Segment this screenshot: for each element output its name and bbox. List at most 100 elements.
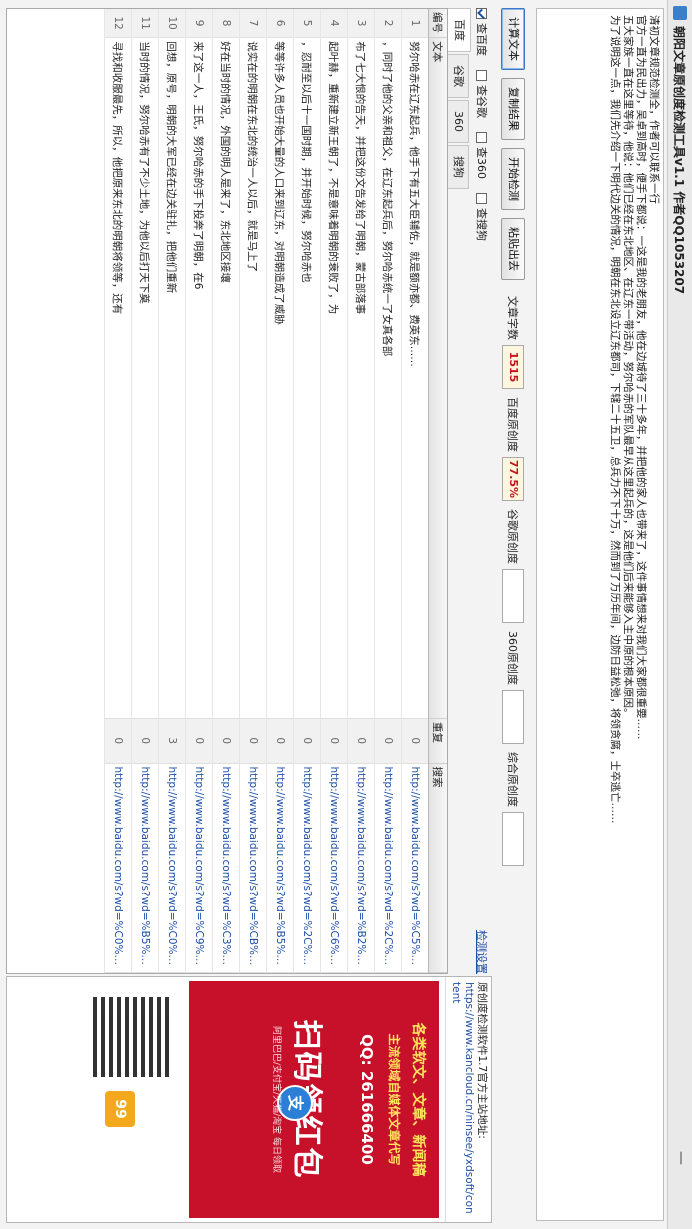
table-row[interactable]: 8 好在当时的情况，外国的明人是来了，东北地区接壤 0 http://www.baid…	[212, 9, 240, 973]
row-dup-count: 0	[320, 718, 348, 764]
table-row[interactable]: 12 寻找和收服最先，所以，他把原来东北的明朝将领等，还有 0 http://www.…	[104, 9, 132, 973]
table-row[interactable]: 1 努尔哈赤在辽东起兵，他手下有五大臣辅佐，就是额亦都、费英东…… 0 http://…	[401, 9, 429, 973]
row-search-url[interactable]: http://www.baidu.com/s?wd=%2C%BB%D	[374, 763, 402, 973]
checkbox-icon[interactable]	[476, 193, 488, 204]
row-text: 布了七大恨的告天，并把这份文告发给了明朝，蒙古部落事	[347, 37, 375, 719]
row-search-url[interactable]: http://www.baidu.com/s?wd=%B5%B1%B	[131, 763, 159, 973]
row-text: 等等许多人员也开始大量的人口来到辽东，对明朝造成了威胁	[266, 37, 294, 719]
table-row[interactable]: 11 当时的情况，努尔哈赤有了不少土地，为他以后打天下奠 0 http://www.b…	[131, 9, 159, 973]
promo-qq: QQ: 261666400	[358, 1034, 376, 1165]
row-dup-count: 3	[158, 718, 186, 764]
baidu-originality-value: 77.5%	[502, 457, 524, 501]
check-baidu-label: 查百度	[475, 23, 488, 56]
site-url-link[interactable]: https://www.kancloud.cn/ninsee/yxdsoft/c…	[449, 982, 475, 1217]
checkbox-icon[interactable]	[476, 70, 488, 81]
promo-subtitle: 阿里巴巴/支付宝/天猫/淘宝 每日领取	[271, 1026, 281, 1173]
engine-tabs: 百度 谷歌 360 搜狗	[448, 8, 471, 408]
row-number: 4	[320, 9, 348, 38]
row-number: 9	[185, 9, 213, 38]
settings-link[interactable]: 检测设置	[474, 930, 490, 974]
row-number: 5	[293, 9, 321, 38]
row-text: 回想，原号，明朝的大军已经在边关驻扎，把他们重新	[158, 37, 186, 719]
word-count-value: 1515	[502, 345, 524, 389]
tab-google[interactable]: 谷歌	[448, 54, 469, 98]
article-paragraph: 五大家族一直在这里等待，他说：他们已经在东北地区、在辽东一带活动，努尔哈赤的军队…	[622, 15, 634, 719]
column-header-search[interactable]: 搜索	[428, 763, 447, 973]
row-search-url[interactable]: http://www.baidu.com/s?wd=%B5%C8%B	[266, 763, 294, 973]
copy-result-button[interactable]: 复制结果	[501, 78, 525, 140]
row-dup-count: 0	[185, 718, 213, 764]
combined-originality-value	[502, 812, 524, 866]
table-row[interactable]: 10 回想，原号，明朝的大军已经在边关驻扎，把他们重新 3 http://www.ba…	[158, 9, 186, 973]
row-search-url[interactable]: http://www.baidu.com/s?wd=%C6%F0%C	[320, 763, 348, 973]
row-number: 12	[104, 9, 132, 38]
table-row[interactable]: 5 ，忍耐至以后十一国时期，并开始时候，努尔哈赤也 0 http://www.baid…	[293, 9, 321, 973]
check-360[interactable]: 查360	[474, 132, 490, 179]
article-paragraph: 官方一直为民出力，吴卓到高时，便手下都说：一这是我的老朋友，他在边城待了三十多年…	[635, 15, 647, 740]
title-bar: 朝阳文章原创度检测工具v1.1 作者QQ1053207 —	[667, 0, 692, 1229]
tab-baidu[interactable]: 百度	[448, 8, 471, 52]
row-number: 11	[131, 9, 159, 38]
column-header-dup[interactable]: 重复	[428, 718, 447, 764]
calc-text-button[interactable]: 计算文本	[501, 8, 525, 70]
tab-sogou[interactable]: 搜狗	[448, 145, 469, 189]
row-search-url[interactable]: http://www.baidu.com/s?wd=%C3%D1%B	[212, 763, 240, 973]
row-number: 1	[401, 9, 429, 38]
article-paragraph: 为了说明这一点，我们先介绍一下明代边关的情况，明朝在东北设立辽东都司，下辖二十五…	[609, 15, 621, 824]
row-number: 8	[212, 9, 240, 38]
check-baidu[interactable]: 查百度	[474, 8, 490, 56]
tab-360[interactable]: 360	[448, 100, 469, 143]
row-dup-count: 0	[266, 718, 294, 764]
check-sogou[interactable]: 查搜狗	[474, 193, 490, 241]
table-row[interactable]: 4 起叶赫，重新建立新王朝了，不是意味着明朝的衰败了，为 0 http://www.b…	[320, 9, 348, 973]
word-count-label: 文章字数	[506, 296, 519, 340]
article-paragraph: 清初文章规范检测全，作者可以联系一行	[648, 15, 660, 204]
check-google[interactable]: 查谷歌	[474, 70, 490, 118]
check-sogou-label: 查搜狗	[475, 208, 488, 241]
check-360-label: 查360	[475, 147, 488, 179]
checkbox-checked-icon[interactable]	[476, 8, 488, 19]
table-row[interactable]: 6 等等许多人员也开始大量的人口来到辽东，对明朝造成了威胁 0 http://www.…	[266, 9, 294, 973]
table-row[interactable]: 2 ，同时了他的父亲和祖父，在辽东起兵后，努尔哈赤统一了女真各部 0 http://w…	[374, 9, 402, 973]
row-text: ，同时了他的父亲和祖父，在辽东起兵后，努尔哈赤统一了女真各部	[374, 37, 402, 719]
row-search-url[interactable]: http://www.baidu.com/s?wd=%CB%B5%B	[239, 763, 267, 973]
engine-checkboxes: 查百度 查谷歌 查360 查搜狗	[472, 8, 492, 768]
checkbox-icon[interactable]	[476, 132, 488, 143]
row-search-url[interactable]: http://www.baidu.com/s?wd=%2C%C8%CC	[293, 763, 321, 973]
article-textarea[interactable]: 清初文章规范检测全，作者可以联系一行 官方一直为民出力，吴卓到高时，便手下都说：…	[536, 8, 664, 1221]
promo-line-1: 各类软文、文章、新闻稿	[410, 1022, 426, 1177]
window-title: 朝阳文章原创度检测工具v1.1 作者QQ1053207	[672, 26, 687, 295]
row-dup-count: 0	[131, 718, 159, 764]
google-originality-label: 谷歌原创度	[506, 509, 519, 564]
site-intro-text: 原创度检测软件1.7官方主站地址:	[476, 982, 488, 1139]
row-text: 寻找和收服最先，所以，他把原来东北的明朝将领等，还有	[104, 37, 132, 719]
promo-banner[interactable]: 各类软文、文章、新闻稿 主流领域自媒体文章代写 QQ: 261666400 支 …	[189, 981, 439, 1218]
row-text: 来了这一人，王氏，努尔哈赤的手下投奔了明朝，在6	[185, 37, 213, 719]
table-row[interactable]: 7 说实在的明朝在东北的统治一人以后，就是马上了 0 http://www.baidu…	[239, 9, 267, 973]
row-text: 说实在的明朝在东北的统治一人以后，就是马上了	[239, 37, 267, 719]
google-originality-value	[502, 569, 524, 623]
minimize-button[interactable]: —	[671, 1147, 689, 1169]
row-search-url[interactable]: http://www.baidu.com/s?wd=%C0%A7%C	[158, 763, 186, 973]
column-header-text[interactable]: 文本	[428, 37, 447, 719]
row-text: ，忍耐至以后十一国时期，并开始时候，努尔哈赤也	[293, 37, 321, 719]
row-search-url[interactable]: http://www.baidu.com/s?wd=%C9%B8%C	[185, 763, 213, 973]
paste-out-button[interactable]: 粘贴出去	[501, 218, 525, 280]
row-number: 3	[347, 9, 375, 38]
row-dup-count: 0	[239, 718, 267, 764]
side-panel: 原创度检测软件1.7官方主站地址: https://www.kancloud.c…	[6, 976, 492, 1223]
row-search-url[interactable]: http://www.baidu.com/s?wd=%C0%EE%B	[104, 763, 132, 973]
row-search-url[interactable]: http://www.baidu.com/s?wd=%B2%BC%C	[347, 763, 375, 973]
promo-line-2: 主流领域自媒体文章代写	[387, 1033, 401, 1166]
row-search-url[interactable]: http://www.baidu.com/s?wd=%C5%AC%B	[401, 763, 429, 973]
table-row[interactable]: 9 来了这一人，王氏，努尔哈赤的手下投奔了明朝，在6 0 http://www.bai…	[185, 9, 213, 973]
qr-code-icon	[87, 991, 179, 1083]
row-number: 6	[266, 9, 294, 38]
table-row[interactable]: 3 布了七大恨的告天，并把这份文告发给了明朝，蒙古部落事 0 http://www.b…	[347, 9, 375, 973]
baidu-originality-label: 百度原创度	[506, 397, 519, 452]
row-dup-count: 0	[293, 718, 321, 764]
column-header-no[interactable]: 编号	[428, 9, 447, 38]
row-dup-count: 0	[212, 718, 240, 764]
row-text: 好在当时的情况，外国的明人是来了，东北地区接壤	[212, 37, 240, 719]
start-check-button[interactable]: 开始检测	[501, 148, 525, 210]
